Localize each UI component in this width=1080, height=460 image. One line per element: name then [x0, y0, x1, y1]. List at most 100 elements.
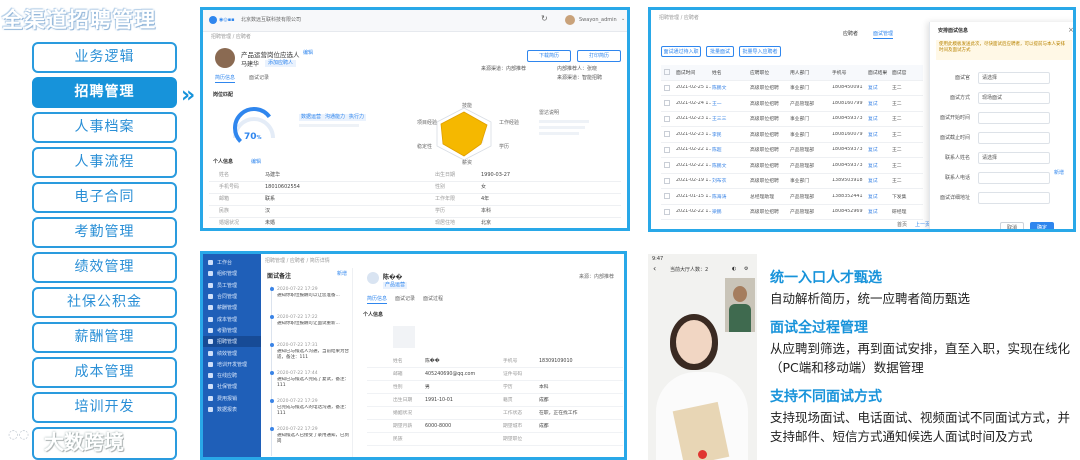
table-row[interactable]: 2021-02-23 1... 李民 高级职位招聘 事业部门 1808160079 复试王… [661, 127, 923, 143]
candidate-link[interactable]: 王三三 [712, 115, 750, 122]
row-checkbox[interactable] [664, 100, 670, 107]
pager-first[interactable]: 首页 [897, 222, 907, 229]
table-cell[interactable]: 复试 [868, 115, 892, 122]
table-cell[interactable]: 复试 [868, 146, 892, 153]
remote-video-thumbnail[interactable] [725, 278, 755, 332]
app-sidebar-item[interactable]: 培训开发管理 [203, 359, 261, 370]
app-sidebar-item[interactable]: 绩效管理 [203, 347, 261, 358]
tab-interview-records[interactable]: 面试记录 [249, 75, 269, 82]
form-input[interactable] [978, 192, 1050, 204]
sidebar-item-attendance[interactable]: 考勤管理 [32, 217, 177, 248]
app-sidebar-item[interactable]: 数据报表 [203, 404, 261, 415]
table-row[interactable]: 2021-01-15 1... 陈海涛 总经理助理 产品管理部 1388352441 复试… [661, 189, 923, 205]
table-cell[interactable]: 复试 [868, 208, 892, 215]
app-sidebar-item[interactable]: 费用报销 [203, 393, 261, 404]
row-checkbox[interactable] [664, 131, 670, 138]
app-sidebar-item[interactable]: 招聘管理 [203, 336, 261, 348]
close-icon[interactable]: × [1068, 27, 1073, 34]
add-remark-button[interactable]: 新增 [337, 271, 347, 278]
app-sidebar-item[interactable]: 考勤管理 [203, 325, 261, 336]
tab-resume-info[interactable]: 简历信息 [215, 75, 236, 83]
avatar[interactable] [565, 15, 575, 25]
sidebar-item-e-contract[interactable]: 电子合同 [32, 182, 177, 213]
table-row[interactable]: 2021-02-25 1... 陈鹏文 高级职位招聘 事业部门 1808450091 复试… [661, 81, 923, 96]
sidebar-item-personnel-process[interactable]: 人事流程 [32, 147, 177, 178]
table-cell[interactable]: 复试 [868, 177, 892, 184]
form-input[interactable]: 现场面试 [978, 92, 1050, 104]
table-cell[interactable]: 复试 [868, 193, 892, 200]
select-all-checkbox[interactable] [664, 69, 670, 76]
row-checkbox[interactable] [664, 84, 670, 91]
candidate-link[interactable]: 陈海涛 [712, 193, 750, 200]
table-row[interactable]: 2021-02-19 1... 刘布衣 高级职位招聘 事业部门 1389503918 复试… [661, 174, 923, 189]
tab-interview-management[interactable]: 面试管理 [873, 31, 894, 39]
sidebar-item-payroll[interactable]: 薪酬管理 [32, 322, 177, 353]
pass-to-onboard-button[interactable]: 面试通过待入职 [661, 46, 701, 57]
candidate-link[interactable]: 陈鹏文 [712, 162, 750, 169]
confirm-button[interactable]: 确定 [1030, 222, 1054, 229]
sidebar-item-cost[interactable]: 成本管理 [32, 357, 177, 388]
chevron-down-icon[interactable]: ⌄ [621, 16, 625, 23]
sidebar-item-performance[interactable]: 绩效管理 [32, 252, 177, 283]
hangup-button[interactable] [698, 450, 707, 459]
user-name[interactable]: Swayon_admin [579, 17, 617, 24]
app-sidebar-item[interactable]: 社保管理 [203, 381, 261, 392]
pager-prev[interactable]: 上一页 [915, 222, 930, 229]
table-cell[interactable]: 复试 [868, 84, 892, 91]
sidebar-item-business-logic[interactable]: 业务逻辑 [32, 42, 177, 73]
tab-resume-info[interactable]: 简历信息 [367, 296, 388, 304]
table-row[interactable]: 2021-02-22 1... 陈超 高级职位招聘 产品管理部 1808459373 复试… [661, 143, 923, 158]
print-resume-button[interactable]: 打印简历 [577, 50, 621, 62]
app-sidebar-item[interactable]: 合同管理 [203, 291, 261, 302]
candidate-link[interactable]: 陈鹏文 [712, 84, 750, 91]
form-input[interactable] [978, 172, 1050, 184]
sidebar-item-personnel-files[interactable]: 人事档案 [32, 112, 177, 143]
sidebar-item-recruitment[interactable]: 招聘管理 [32, 77, 177, 108]
tab-applicants[interactable]: 应聘者 [843, 31, 858, 38]
candidate-link[interactable]: 刘布衣 [712, 177, 750, 184]
batch-interview-button[interactable]: 批量面试 [706, 46, 734, 57]
form-input[interactable]: 请选择 [978, 152, 1050, 164]
download-resume-button[interactable]: 下载简历 [527, 50, 571, 62]
app-sidebar-item[interactable]: 成本管理 [203, 313, 261, 324]
app-sidebar-item[interactable]: 员工管理 [203, 280, 261, 291]
candidate-link[interactable]: 梁鹏 [712, 208, 750, 215]
app-sidebar-item[interactable]: 薪酬管理 [203, 302, 261, 313]
table-row[interactable]: 2021-02-22 1... 梁鹏 高级职位招聘 产品管理部 1808452969 复试… [661, 205, 923, 220]
tab-interview-process[interactable]: 面试过程 [423, 296, 443, 303]
tab-interview-records[interactable]: 面试记录 [395, 296, 415, 303]
refresh-icon[interactable]: ↻ [541, 15, 548, 23]
candidate-link[interactable]: 李民 [712, 131, 750, 138]
edit-link[interactable]: 编辑 [303, 50, 313, 57]
candidate-link[interactable]: 王一 [712, 100, 750, 107]
add-contact-link[interactable]: 新增 [1054, 170, 1064, 177]
batch-import-button[interactable]: 批量导入应聘者 [739, 46, 781, 57]
sidebar-item-social-security[interactable]: 社保公积金 [32, 287, 177, 318]
app-sidebar-item[interactable]: 组织管理 [203, 268, 261, 279]
table-cell[interactable]: 复试 [868, 162, 892, 169]
cancel-button[interactable]: 取消 [1000, 222, 1024, 229]
row-checkbox[interactable] [664, 146, 670, 153]
row-checkbox[interactable] [664, 162, 670, 169]
camera-icon[interactable]: ◐ [732, 266, 736, 273]
table-row[interactable]: 2021-02-23 1... 王三三 高级职位招聘 事业部门 1808459373 复试… [661, 112, 923, 127]
form-input[interactable] [978, 112, 1050, 124]
table-row[interactable]: 2021-02-22 1... 陈鹏文 高级职位招聘 产品管理部 1808459373 复… [661, 158, 923, 174]
settings-icon[interactable]: ⚙ [744, 266, 748, 273]
row-checkbox[interactable] [664, 115, 670, 122]
table-cell: 高级职位招聘 [750, 210, 779, 216]
row-checkbox[interactable] [664, 208, 670, 215]
candidate-link[interactable]: 陈超 [712, 146, 750, 153]
app-sidebar-item[interactable]: 工作台 [203, 257, 261, 268]
back-icon[interactable]: ‹ [653, 265, 656, 273]
form-input[interactable]: 请选择 [978, 72, 1050, 84]
edit-link[interactable]: 编辑 [251, 159, 261, 166]
app-sidebar-item[interactable]: 在线应聘 [203, 370, 261, 381]
row-checkbox[interactable] [664, 177, 670, 184]
form-input[interactable] [978, 132, 1050, 144]
table-cell[interactable]: 复试 [868, 131, 892, 138]
table-cell[interactable]: 复试 [868, 100, 892, 107]
sidebar-item-training[interactable]: 培训开发 [32, 392, 177, 423]
table-row[interactable]: 2021-02-24 1... 王一 高级职位招聘 产品管理部 1808160799 复试… [661, 96, 923, 112]
row-checkbox[interactable] [664, 193, 670, 200]
